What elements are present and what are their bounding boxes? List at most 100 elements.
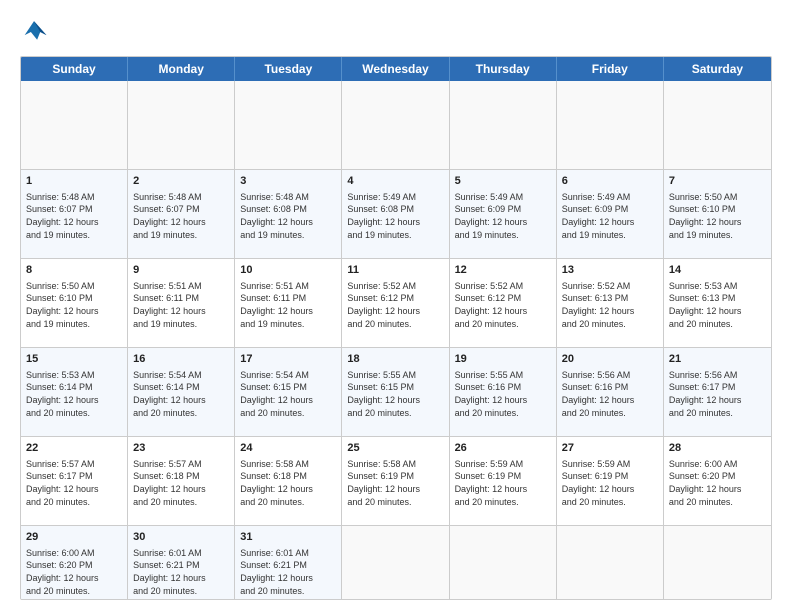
day-info: Sunrise: 5:48 AM Sunset: 6:07 PM Dayligh… [133, 191, 229, 241]
calendar-cell: 2Sunrise: 5:48 AM Sunset: 6:07 PM Daylig… [128, 170, 235, 258]
calendar-cell: 25Sunrise: 5:58 AM Sunset: 6:19 PM Dayli… [342, 437, 449, 525]
calendar-row-3: 15Sunrise: 5:53 AM Sunset: 6:14 PM Dayli… [21, 347, 771, 436]
day-info: Sunrise: 6:00 AM Sunset: 6:20 PM Dayligh… [669, 458, 766, 508]
day-info: Sunrise: 5:56 AM Sunset: 6:16 PM Dayligh… [562, 369, 658, 419]
day-number: 23 [133, 441, 229, 456]
day-number: 26 [455, 441, 551, 456]
day-number: 10 [240, 263, 336, 278]
day-number: 7 [669, 174, 766, 189]
calendar-cell [21, 81, 128, 169]
day-info: Sunrise: 5:49 AM Sunset: 6:09 PM Dayligh… [562, 191, 658, 241]
calendar-cell: 14Sunrise: 5:53 AM Sunset: 6:13 PM Dayli… [664, 259, 771, 347]
calendar-cell: 29Sunrise: 6:00 AM Sunset: 6:20 PM Dayli… [21, 526, 128, 600]
calendar-cell [557, 81, 664, 169]
calendar: SundayMondayTuesdayWednesdayThursdayFrid… [20, 56, 772, 600]
header-cell-thursday: Thursday [450, 57, 557, 81]
calendar-cell: 16Sunrise: 5:54 AM Sunset: 6:14 PM Dayli… [128, 348, 235, 436]
calendar-cell: 30Sunrise: 6:01 AM Sunset: 6:21 PM Dayli… [128, 526, 235, 600]
day-info: Sunrise: 6:01 AM Sunset: 6:21 PM Dayligh… [240, 547, 336, 597]
day-info: Sunrise: 6:00 AM Sunset: 6:20 PM Dayligh… [26, 547, 122, 597]
day-number: 21 [669, 352, 766, 367]
day-info: Sunrise: 5:51 AM Sunset: 6:11 PM Dayligh… [240, 280, 336, 330]
header-cell-saturday: Saturday [664, 57, 771, 81]
calendar-row-2: 8 Sunrise: 5:50 AM Sunset: 6:10 PM Daylig… [21, 258, 771, 347]
calendar-cell: 28Sunrise: 6:00 AM Sunset: 6:20 PM Dayli… [664, 437, 771, 525]
day-info: Sunrise: 5:54 AM Sunset: 6:14 PM Dayligh… [133, 369, 229, 419]
calendar-cell: 24 Sunrise: 5:58 AM Sunset: 6:18 PM Dayli… [235, 437, 342, 525]
calendar-cell: 6 Sunrise: 5:49 AM Sunset: 6:09 PM Daylig… [557, 170, 664, 258]
day-info: Sunrise: 5:48 AM Sunset: 6:07 PM Dayligh… [26, 191, 122, 241]
day-number: 22 [26, 441, 122, 456]
calendar-cell: 26 Sunrise: 5:59 AM Sunset: 6:19 PM Dayli… [450, 437, 557, 525]
calendar-cell: 7 Sunrise: 5:50 AM Sunset: 6:10 PM Daylig… [664, 170, 771, 258]
day-info: Sunrise: 5:52 AM Sunset: 6:13 PM Dayligh… [562, 280, 658, 330]
calendar-cell: 4 Sunrise: 5:49 AM Sunset: 6:08 PM Daylig… [342, 170, 449, 258]
day-info: Sunrise: 5:56 AM Sunset: 6:17 PM Dayligh… [669, 369, 766, 419]
calendar-row-5: 29Sunrise: 6:00 AM Sunset: 6:20 PM Dayli… [21, 525, 771, 600]
header-cell-friday: Friday [557, 57, 664, 81]
day-number: 25 [347, 441, 443, 456]
calendar-cell: 20 Sunrise: 5:56 AM Sunset: 6:16 PM Dayli… [557, 348, 664, 436]
day-number: 3 [240, 174, 336, 189]
header-cell-wednesday: Wednesday [342, 57, 449, 81]
day-number: 18 [347, 352, 443, 367]
calendar-cell: 12Sunrise: 5:52 AM Sunset: 6:12 PM Dayli… [450, 259, 557, 347]
calendar-cell: 13 Sunrise: 5:52 AM Sunset: 6:13 PM Dayli… [557, 259, 664, 347]
day-info: Sunrise: 5:52 AM Sunset: 6:12 PM Dayligh… [347, 280, 443, 330]
calendar-cell: 23Sunrise: 5:57 AM Sunset: 6:18 PM Dayli… [128, 437, 235, 525]
calendar-cell: 18 Sunrise: 5:55 AM Sunset: 6:15 PM Dayli… [342, 348, 449, 436]
calendar-cell: 27 Sunrise: 5:59 AM Sunset: 6:19 PM Dayli… [557, 437, 664, 525]
calendar-cell: 5Sunrise: 5:49 AM Sunset: 6:09 PM Daylig… [450, 170, 557, 258]
calendar-cell: 9 Sunrise: 5:51 AM Sunset: 6:11 PM Daylig… [128, 259, 235, 347]
calendar-cell [342, 81, 449, 169]
day-info: Sunrise: 5:50 AM Sunset: 6:10 PM Dayligh… [669, 191, 766, 241]
day-number: 19 [455, 352, 551, 367]
day-info: Sunrise: 5:48 AM Sunset: 6:08 PM Dayligh… [240, 191, 336, 241]
day-info: Sunrise: 5:54 AM Sunset: 6:15 PM Dayligh… [240, 369, 336, 419]
day-number: 4 [347, 174, 443, 189]
day-number: 6 [562, 174, 658, 189]
day-number: 11 [347, 263, 443, 278]
calendar-cell: 31Sunrise: 6:01 AM Sunset: 6:21 PM Dayli… [235, 526, 342, 600]
calendar-cell: 3 Sunrise: 5:48 AM Sunset: 6:08 PM Daylig… [235, 170, 342, 258]
day-number: 1 [26, 174, 122, 189]
day-number: 15 [26, 352, 122, 367]
day-number: 8 [26, 263, 122, 278]
calendar-cell: 15Sunrise: 5:53 AM Sunset: 6:14 PM Dayli… [21, 348, 128, 436]
calendar-cell [557, 526, 664, 600]
calendar-cell: 22Sunrise: 5:57 AM Sunset: 6:17 PM Dayli… [21, 437, 128, 525]
calendar-cell [450, 81, 557, 169]
calendar-cell [128, 81, 235, 169]
day-info: Sunrise: 5:55 AM Sunset: 6:16 PM Dayligh… [455, 369, 551, 419]
calendar-row-0 [21, 81, 771, 169]
day-info: Sunrise: 5:58 AM Sunset: 6:18 PM Dayligh… [240, 458, 336, 508]
day-info: Sunrise: 5:59 AM Sunset: 6:19 PM Dayligh… [562, 458, 658, 508]
day-number: 9 [133, 263, 229, 278]
calendar-body: 1 Sunrise: 5:48 AM Sunset: 6:07 PM Daylig… [21, 81, 771, 600]
day-info: Sunrise: 5:51 AM Sunset: 6:11 PM Dayligh… [133, 280, 229, 330]
day-info: Sunrise: 5:59 AM Sunset: 6:19 PM Dayligh… [455, 458, 551, 508]
calendar-cell: 10 Sunrise: 5:51 AM Sunset: 6:11 PM Dayli… [235, 259, 342, 347]
day-number: 20 [562, 352, 658, 367]
day-number: 5 [455, 174, 551, 189]
calendar-cell: 1 Sunrise: 5:48 AM Sunset: 6:07 PM Daylig… [21, 170, 128, 258]
day-number: 17 [240, 352, 336, 367]
day-info: Sunrise: 5:52 AM Sunset: 6:12 PM Dayligh… [455, 280, 551, 330]
calendar-cell [664, 526, 771, 600]
day-number: 24 [240, 441, 336, 456]
day-info: Sunrise: 5:55 AM Sunset: 6:15 PM Dayligh… [347, 369, 443, 419]
day-info: Sunrise: 5:49 AM Sunset: 6:08 PM Dayligh… [347, 191, 443, 241]
calendar-cell: 21 Sunrise: 5:56 AM Sunset: 6:17 PM Dayli… [664, 348, 771, 436]
calendar-cell: 19 Sunrise: 5:55 AM Sunset: 6:16 PM Dayli… [450, 348, 557, 436]
day-number: 13 [562, 263, 658, 278]
calendar-cell: 8 Sunrise: 5:50 AM Sunset: 6:10 PM Daylig… [21, 259, 128, 347]
day-info: Sunrise: 5:50 AM Sunset: 6:10 PM Dayligh… [26, 280, 122, 330]
logo [20, 18, 52, 46]
calendar-cell [235, 81, 342, 169]
calendar-cell [342, 526, 449, 600]
calendar-row-4: 22Sunrise: 5:57 AM Sunset: 6:17 PM Dayli… [21, 436, 771, 525]
page: SundayMondayTuesdayWednesdayThursdayFrid… [0, 0, 792, 612]
calendar-row-1: 1 Sunrise: 5:48 AM Sunset: 6:07 PM Daylig… [21, 169, 771, 258]
day-info: Sunrise: 6:01 AM Sunset: 6:21 PM Dayligh… [133, 547, 229, 597]
day-number: 27 [562, 441, 658, 456]
